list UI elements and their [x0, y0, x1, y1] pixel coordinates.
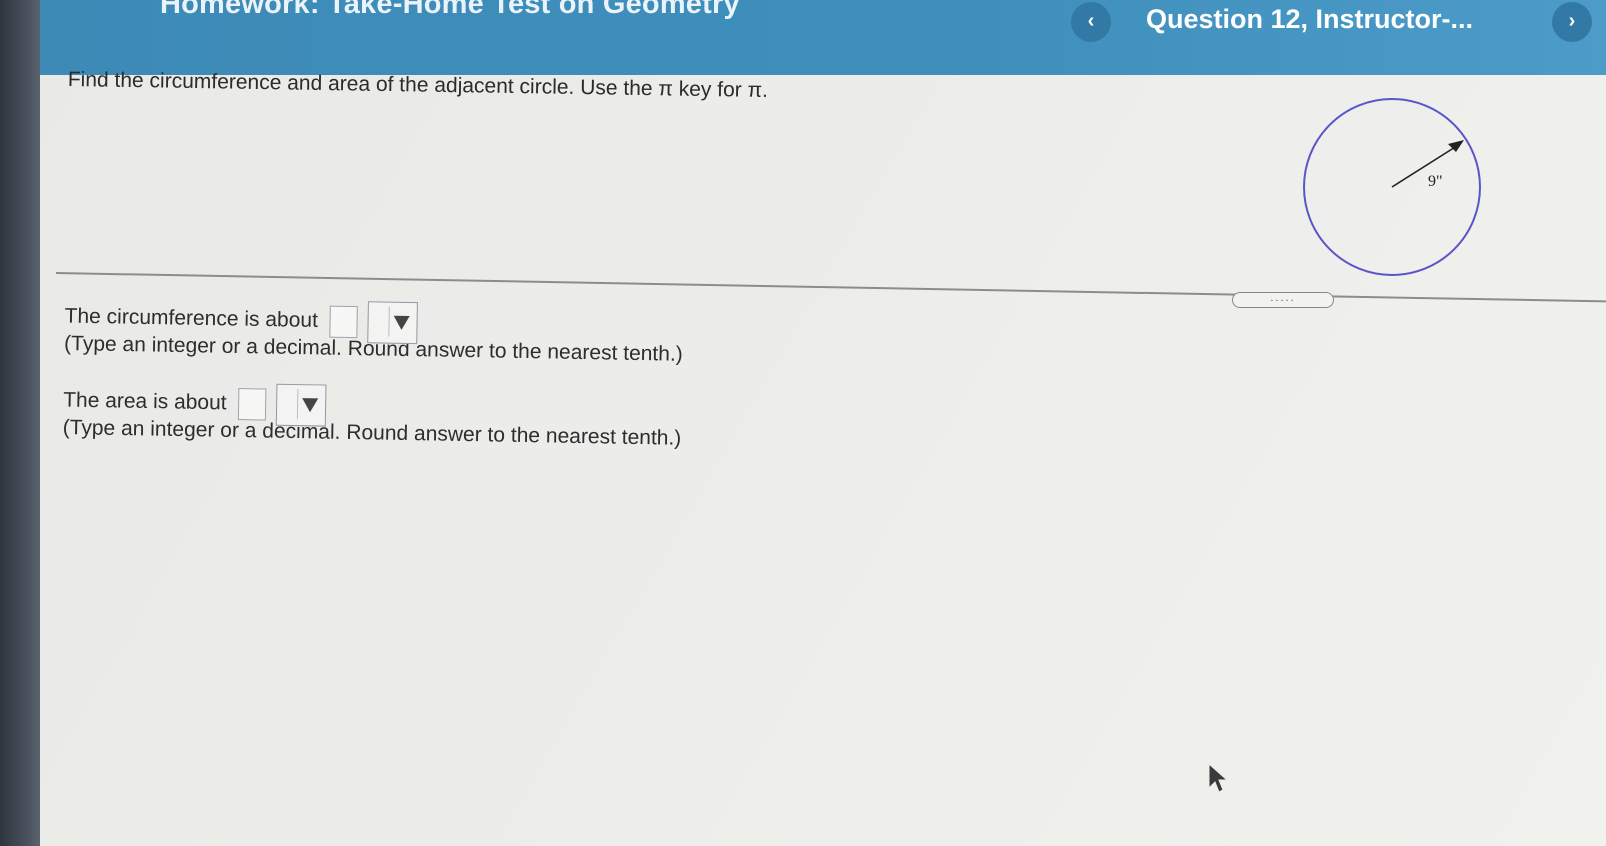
- circumference-label: The circumference is about: [64, 304, 319, 332]
- dropdown-button: [388, 306, 414, 338]
- chevron-right-icon: ›: [1568, 10, 1576, 32]
- area-label: The area is about: [62, 388, 227, 415]
- circumference-input[interactable]: [329, 305, 359, 339]
- mouse-cursor-icon: [1208, 762, 1229, 793]
- triangle-down-icon: [302, 398, 319, 413]
- header-bar: Homework: Take-Home Test on Geometry ‹ Q…: [40, 0, 1606, 75]
- monitor-bezel: [0, 0, 40, 846]
- chevron-left-icon: ‹: [1087, 10, 1095, 32]
- assignment-title: Homework: Take-Home Test on Geometry: [160, 0, 740, 20]
- triangle-down-icon: [393, 315, 410, 331]
- area-unit-dropdown[interactable]: [275, 383, 327, 427]
- next-question-button[interactable]: ›: [1552, 2, 1592, 42]
- answer-area: The circumference is about (Type an inte…: [62, 296, 684, 475]
- radius-line: [1391, 143, 1461, 188]
- question-page: Homework: Take-Home Test on Geometry ‹ Q…: [40, 0, 1606, 846]
- circumference-unit-dropdown[interactable]: [367, 301, 418, 345]
- dropdown-button: [297, 389, 323, 420]
- pane-resize-handle[interactable]: .....: [1232, 292, 1334, 308]
- question-number: Question 12, Instructor-...: [1146, 4, 1474, 34]
- radius-label: 9": [1428, 173, 1443, 190]
- circle-figure: 9": [1303, 98, 1481, 276]
- area-input[interactable]: [238, 388, 267, 421]
- previous-question-button[interactable]: ‹: [1071, 2, 1111, 42]
